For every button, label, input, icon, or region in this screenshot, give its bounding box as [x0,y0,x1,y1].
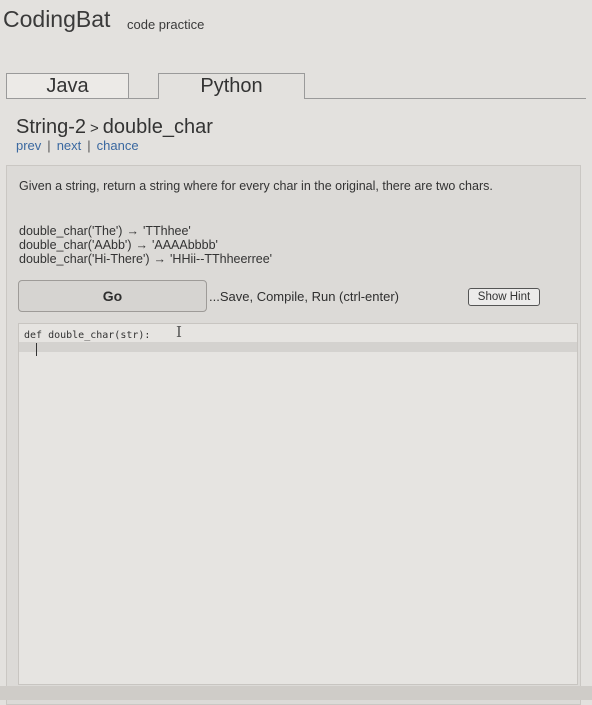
breadcrumb: String-2 > double_char [16,116,213,139]
page-title: double_char [102,116,213,138]
next-link[interactable]: next [57,138,82,153]
bottom-scrollbar[interactable] [0,686,592,700]
text-caret [36,343,37,356]
go-button[interactable]: Go [18,280,207,312]
chance-link[interactable]: chance [97,138,139,153]
arrow-icon: → [153,252,167,266]
site-logo[interactable]: CodingBat [3,6,110,33]
code-editor[interactable]: def double_char(str): [18,323,578,685]
example-result: 'HHii--TThheerree' [170,252,273,266]
breadcrumb-section-link[interactable]: String-2 [16,116,86,138]
example-line: double_char('AAbb') → 'AAAAbbbb' [19,238,272,252]
active-line-highlight [19,342,577,352]
example-call: double_char('Hi-There') [19,252,150,266]
tab-java[interactable]: Java [6,73,129,99]
problem-description: Given a string, return a string where fo… [19,179,493,193]
ibeam-cursor-icon: I [176,323,182,341]
arrow-icon: → [135,238,148,252]
code-line: def double_char(str): [24,330,151,341]
example-result: 'TThhee' [142,224,191,238]
examples-list: double_char('The') → 'TThhee' double_char(… [19,224,272,266]
prev-link[interactable]: prev [16,138,41,153]
example-line: double_char('The') → 'TThhee' [19,224,272,238]
example-line: double_char('Hi-There') → 'HHii--TThheerre… [19,252,272,266]
tab-python[interactable]: Python [158,73,305,99]
example-call: double_char('The') [19,224,123,238]
nav-divider: | [47,138,51,153]
example-result: 'AAAAbbbb' [151,238,218,252]
nav-divider: | [87,138,91,153]
show-hint-button[interactable]: Show Hint [468,288,540,306]
save-compile-run-note: ...Save, Compile, Run (ctrl-enter) [209,289,400,304]
problem-nav: prev | next | chance [16,138,139,153]
site-tagline: code practice [127,17,205,32]
breadcrumb-separator: > [90,120,99,137]
arrow-icon: → [126,224,139,238]
example-call: double_char('AAbb') [19,238,132,252]
